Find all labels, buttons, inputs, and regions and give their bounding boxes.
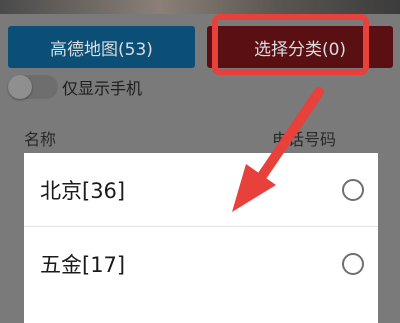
column-header-phone: 电话号码: [272, 130, 337, 149]
category-picker-dialog: 北京[36] 五金[17]: [24, 153, 378, 323]
radio-button[interactable]: [342, 253, 364, 275]
option-label: 北京[36]: [40, 178, 126, 203]
column-header-name: 名称: [24, 130, 57, 149]
option-label: 五金[17]: [40, 253, 126, 277]
category-option-beijing[interactable]: 北京[36]: [24, 153, 378, 227]
amap-button[interactable]: 高德地图(53): [8, 26, 195, 68]
mobile-only-toggle[interactable]: [8, 75, 58, 99]
amap-button-label: 高德地图(53): [50, 39, 153, 60]
background-strip: [0, 0, 400, 14]
toggle-knob: [8, 75, 32, 99]
annotation-highlight-box: [212, 14, 369, 75]
radio-button[interactable]: [342, 178, 364, 201]
mobile-only-label: 仅显示手机: [62, 79, 143, 98]
category-option-hardware[interactable]: 五金[17]: [24, 227, 378, 301]
mobile-only-toggle-row: 仅显示手机: [8, 74, 142, 100]
